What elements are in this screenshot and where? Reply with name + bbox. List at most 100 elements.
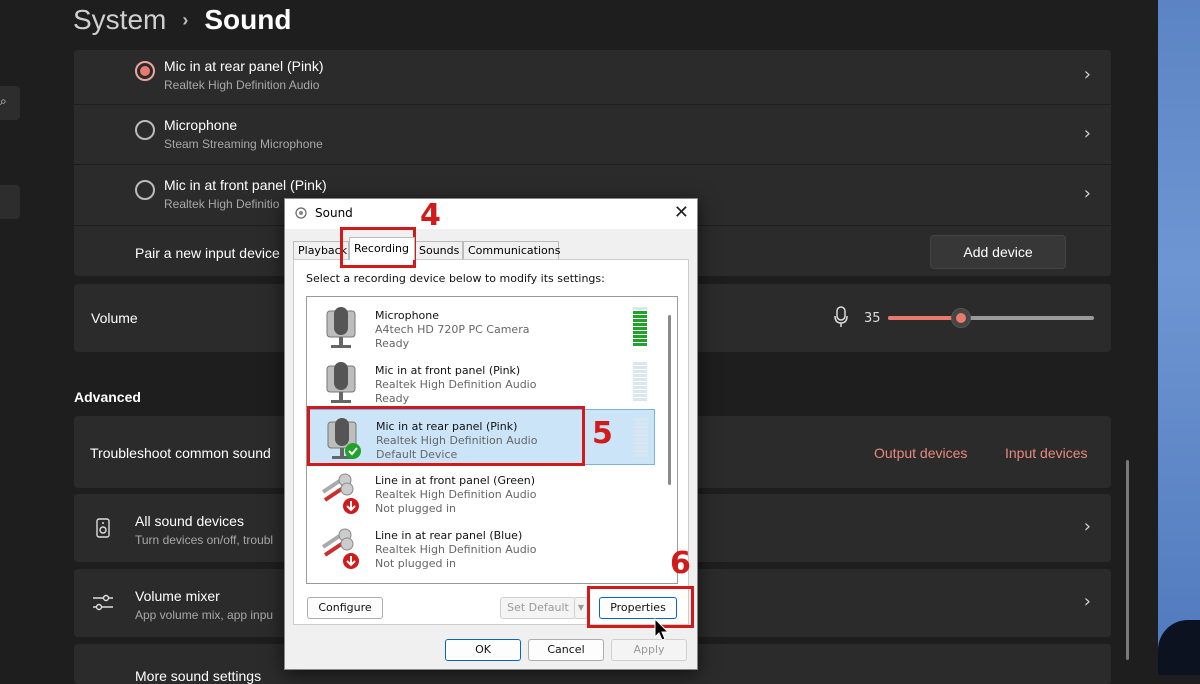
nav-item-edge[interactable] — [0, 185, 20, 219]
volume-label: Volume — [91, 310, 138, 326]
scrollbar[interactable] — [1126, 460, 1129, 660]
page-title: Sound — [204, 4, 292, 35]
cancel-button[interactable]: Cancel — [528, 639, 604, 661]
dialog-titlebar[interactable]: Sound ✕ — [285, 199, 697, 229]
callout-number: 4 — [420, 198, 441, 233]
instruction-text: Select a recording device below to modif… — [306, 272, 605, 285]
meter-bar — [634, 454, 648, 457]
chevron-right-icon[interactable]: › — [1084, 183, 1091, 204]
close-icon[interactable]: ✕ — [674, 202, 689, 223]
ok-button[interactable]: OK — [445, 639, 521, 661]
device-desc: A4tech HD 720P PC Camera — [375, 323, 530, 336]
volume-slider-fill — [888, 316, 961, 320]
list-item[interactable]: Line in at rear panel (Blue) Realtek Hig… — [309, 519, 653, 573]
meter-bar — [634, 450, 648, 453]
breadcrumb-system[interactable]: System — [73, 4, 166, 36]
meter-bar — [634, 422, 648, 425]
device-desc: Realtek High Definition Audio — [164, 78, 320, 92]
meter-bar — [634, 418, 648, 421]
meter-bar — [633, 370, 647, 373]
meter-bar — [633, 343, 647, 346]
radio-unselected[interactable] — [135, 120, 155, 140]
meter-bar — [633, 378, 647, 381]
desktop-wallpaper — [1158, 0, 1200, 675]
device-name: Line in at front panel (Green) — [375, 474, 536, 487]
list-item[interactable]: Line in at front panel (Green) Realtek H… — [309, 464, 653, 518]
callout-number: 5 — [592, 416, 613, 451]
radio-unselected[interactable] — [135, 180, 155, 200]
input-devices-link[interactable]: Input devices — [1005, 445, 1088, 461]
add-device-button[interactable]: Add device — [930, 235, 1066, 269]
configure-button[interactable]: Configure — [307, 597, 383, 619]
tab-sounds[interactable]: Sounds — [414, 241, 463, 260]
speaker-icon — [96, 518, 110, 538]
microphone-icon[interactable] — [834, 306, 848, 328]
meter-bar — [633, 327, 647, 330]
meter-bar — [633, 374, 647, 377]
device-row[interactable]: Microphone Steam Streaming Microphone › — [74, 105, 1111, 165]
meter-bar — [633, 335, 647, 338]
volume-slider-thumb[interactable] — [951, 308, 972, 328]
list-scrollbar[interactable] — [668, 315, 671, 485]
device-desc: Realtek High Definition Audio — [375, 378, 537, 391]
level-meter — [633, 362, 647, 401]
meter-bar — [634, 446, 648, 449]
device-status: Ready — [375, 337, 410, 350]
meter-bar — [634, 438, 648, 441]
level-meter — [633, 307, 647, 346]
chevron-right-icon[interactable]: › — [1084, 591, 1091, 612]
device-desc: Realtek High Definition Audio — [375, 488, 537, 501]
volume-mixer-title: Volume mixer — [135, 588, 220, 604]
meter-bar — [633, 311, 647, 314]
device-desc: Steam Streaming Microphone — [164, 137, 323, 151]
meter-bar — [633, 382, 647, 385]
pair-device-label: Pair a new input device — [135, 245, 280, 261]
tab-recording[interactable]: Recording — [349, 237, 415, 260]
device-row[interactable]: Mic in at rear panel (Pink) Realtek High… — [74, 50, 1111, 104]
chevron-right-icon[interactable]: › — [1084, 64, 1091, 85]
dialog-title: Sound — [315, 206, 353, 220]
search-icon[interactable]: ⌕ — [0, 94, 7, 109]
chevron-right-icon: › — [182, 9, 189, 30]
meter-bar — [633, 366, 647, 369]
list-item[interactable]: Microphone A4tech HD 720P PC Camera Read… — [309, 299, 653, 353]
callout-number: 6 — [670, 546, 691, 581]
tab-communications[interactable]: Communications — [463, 241, 560, 260]
chevron-right-icon[interactable]: › — [1084, 123, 1091, 144]
rca-cable-icon — [321, 473, 359, 514]
meter-bar — [633, 398, 647, 401]
meter-bar — [634, 426, 648, 429]
device-name: Line in at rear panel (Blue) — [375, 529, 523, 542]
chevron-down-icon: ▼ — [574, 597, 588, 619]
volume-mixer-desc: App volume mix, app inpu — [135, 608, 274, 622]
level-meter — [634, 418, 648, 457]
chevron-right-icon[interactable]: › — [1084, 516, 1091, 537]
device-name: Mic in at front panel (Pink) — [375, 364, 521, 377]
device-name: Microphone — [375, 309, 440, 322]
device-status: Not plugged in — [375, 502, 457, 515]
more-sound-settings-title: More sound settings — [135, 668, 262, 684]
callout-box-properties — [587, 586, 694, 628]
microphone-icon — [326, 362, 356, 403]
radio-selected[interactable] — [135, 61, 155, 81]
device-name: Mic in at front panel (Pink) — [164, 177, 327, 193]
device-desc: Realtek High Definition Audio — [375, 543, 537, 556]
meter-bar — [633, 323, 647, 326]
list-item[interactable]: Mic in at front panel (Pink) Realtek Hig… — [309, 354, 653, 408]
meter-bar — [634, 434, 648, 437]
meter-bar — [633, 394, 647, 397]
meter-bar — [633, 315, 647, 318]
meter-bar — [633, 307, 647, 310]
callout-box-device — [307, 406, 585, 466]
advanced-heading: Advanced — [74, 389, 141, 405]
navigation-rail: ⌕ — [0, 0, 60, 675]
meter-bar — [634, 430, 648, 433]
device-name: Mic in at rear panel (Pink) — [164, 58, 324, 74]
meter-bar — [633, 339, 647, 342]
output-devices-link[interactable]: Output devices — [874, 445, 967, 461]
sound-dialog-icon — [295, 207, 307, 219]
all-sound-devices-desc: Turn devices on/off, troubl — [135, 533, 274, 547]
meter-bar — [633, 386, 647, 389]
troubleshoot-label: Troubleshoot common sound — [90, 445, 271, 461]
breadcrumb: System › Sound — [73, 0, 291, 40]
